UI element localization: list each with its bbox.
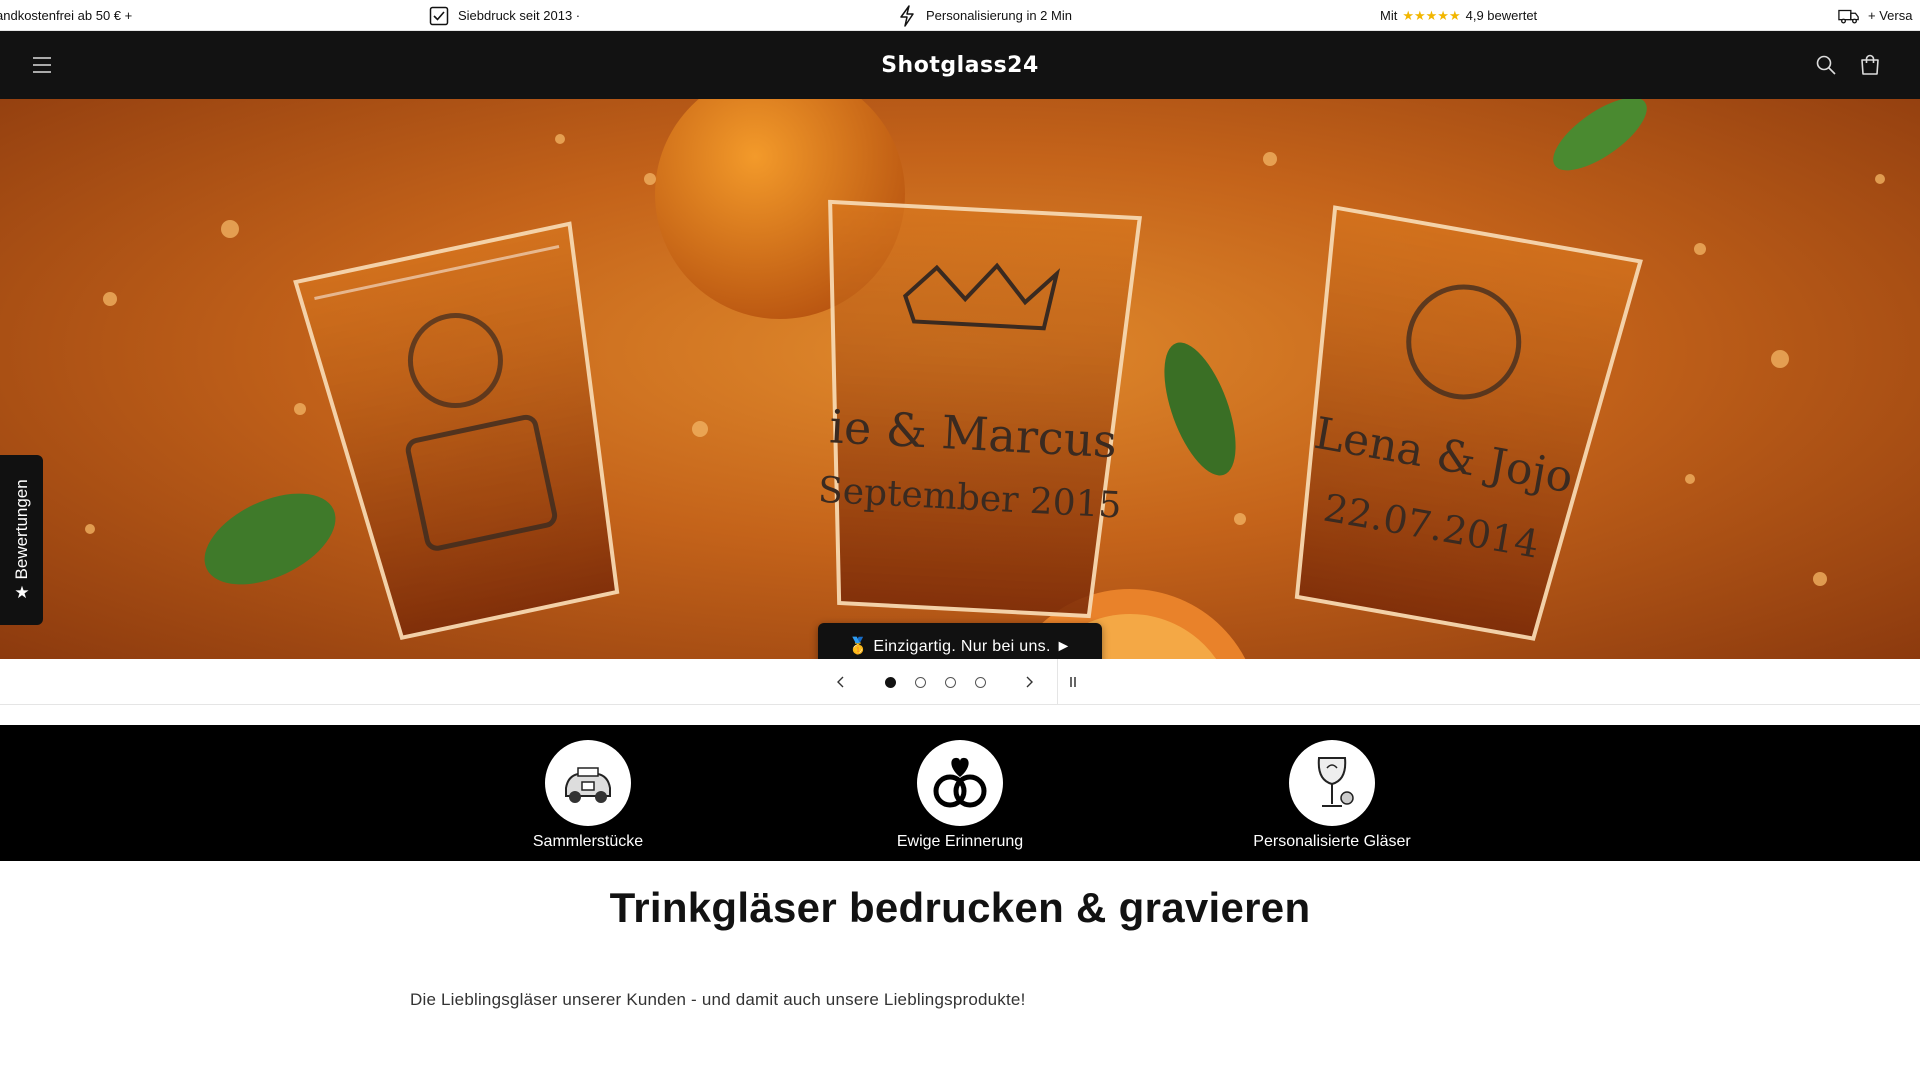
slide-dot-4[interactable] [965, 667, 995, 697]
leaf [1164, 342, 1236, 476]
section-description: Die Lieblingsgläser unserer Kunden - und… [410, 990, 1026, 1009]
leaf [1553, 99, 1647, 171]
announcement-text: Personalisierung in 2 Min [926, 8, 1072, 23]
slide-dot-2[interactable] [905, 667, 935, 697]
category-strip: Sammlerstücke Ewige Erinnerung Personali… [0, 725, 1920, 861]
announcement-text: andkostenfrei ab 50 € + [0, 8, 133, 23]
page-title: Trinkgläser bedrucken & gravieren [609, 884, 1311, 931]
slideshow-controls [0, 659, 1920, 705]
category-label: Sammlerstücke [532, 833, 644, 850]
lightning-icon [896, 4, 918, 27]
logo-wrapper: Shotglass24 [0, 31, 1920, 99]
site-logo[interactable]: Shotglass24 [881, 53, 1039, 78]
shot-glass-center: ie & Marcus September 2015 [817, 199, 1142, 619]
announcement-text: Mit [1380, 8, 1398, 23]
chevron-right-icon[interactable] [1014, 667, 1044, 697]
truck-icon [1838, 5, 1860, 27]
announcement-item-delivery: + Versa [1838, 0, 1913, 30]
pause-icon[interactable] [1058, 667, 1088, 697]
announcement-item-print: Siebdruck seit 2013 · [428, 0, 581, 30]
checkbox-icon [428, 5, 450, 27]
hamburger-icon[interactable] [28, 51, 56, 79]
category-label: Ewige Erinnerung [896, 833, 1024, 850]
reviews-tab-label: Bewertungen [11, 479, 31, 580]
hero-illustration: ie & Marcus September 2015 Lena & Jojo 2… [85, 99, 1885, 659]
announcement-item-shipping: andkostenfrei ab 50 € + [0, 0, 133, 30]
announcement-text: 4,9 bewertet [1465, 8, 1538, 23]
car-illustration-icon [545, 740, 631, 826]
search-icon[interactable] [1812, 51, 1840, 79]
slide-dot-1[interactable] [875, 667, 905, 697]
category-sammlerstuecke[interactable]: Sammlerstücke [468, 725, 708, 861]
announcement-item-rating: Mit ★★★★★ 4,9 bewertet [1380, 0, 1538, 30]
rating-stars: ★★★★★ [1402, 7, 1461, 23]
shot-glass-right: Lena & Jojo 22.07.2014 [1294, 205, 1643, 641]
category-label: Personalisierte Gläser [1253, 833, 1411, 850]
shot-glass-left [293, 221, 620, 641]
hero-banner[interactable]: ie & Marcus September 2015 Lena & Jojo 2… [0, 99, 1920, 659]
announcement-item-personalize: Personalisierung in 2 Min [896, 0, 1072, 30]
chevron-left-icon[interactable] [826, 667, 856, 697]
announcement-text: Siebdruck seit 2013 · [458, 8, 581, 23]
leaf [204, 493, 336, 585]
announcement-text: + Versa [1868, 8, 1913, 23]
announcement-bar: andkostenfrei ab 50 € + Siebdruck seit 2… [0, 0, 1920, 31]
category-personalisierte-glaeser[interactable]: Personalisierte Gläser [1212, 725, 1452, 861]
slide-dot-3[interactable] [935, 667, 965, 697]
category-ewige-erinnerung[interactable]: Ewige Erinnerung [840, 725, 1080, 861]
wine-glass-icon [1289, 740, 1375, 826]
star-icon: ★ [13, 583, 30, 603]
reviews-side-tab[interactable]: ★ Bewertungen [0, 455, 43, 625]
bag-icon[interactable] [1856, 51, 1884, 79]
rings-heart-icon [917, 740, 1003, 826]
reviews-tab-content: ★ Bewertungen [11, 479, 32, 603]
hero-cta-button[interactable]: 🥇 Einzigartig. Nur bei uns. ► [818, 623, 1102, 659]
site-header: Shotglass24 [0, 31, 1920, 99]
